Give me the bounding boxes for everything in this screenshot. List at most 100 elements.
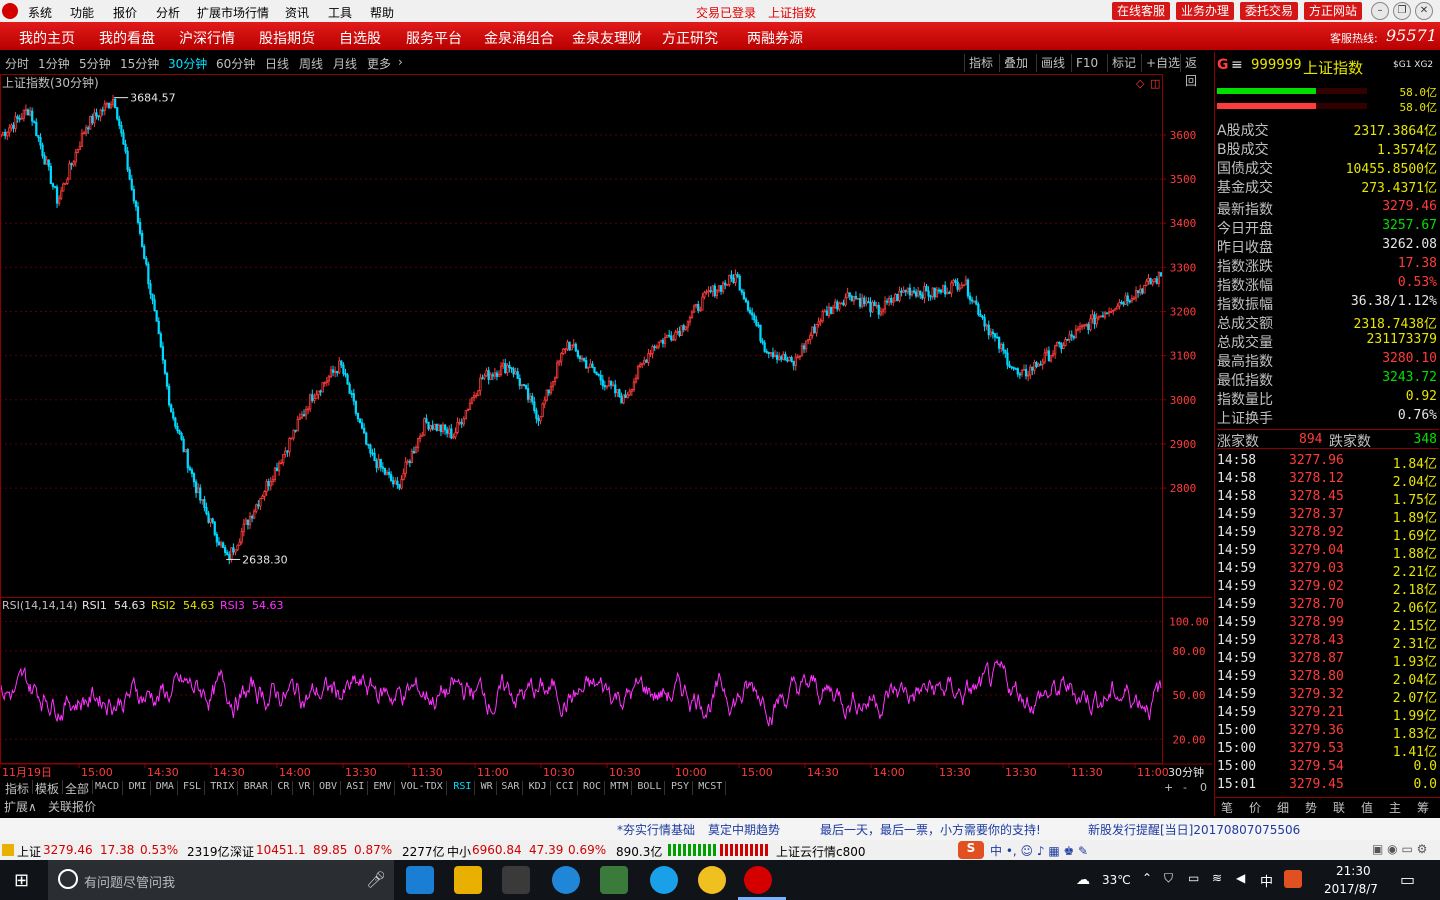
indicator-tab[interactable]: 模板: [32, 780, 64, 796]
tick-row[interactable]: 14:58 3278.45 1.75亿: [1217, 488, 1439, 508]
indicator-tab[interactable]: BOLL: [634, 781, 666, 795]
menu-function[interactable]: 功能: [70, 4, 94, 21]
expand-button[interactable]: 扩展∧: [4, 798, 37, 815]
ime-indicator[interactable]: 中: [1260, 871, 1273, 890]
windows-start-icon[interactable]: ⊞: [14, 870, 29, 891]
panel-tab[interactable]: 主: [1389, 799, 1401, 816]
indicator-tab[interactable]: RSI: [450, 781, 476, 795]
period-timeshare[interactable]: 分时: [5, 55, 29, 72]
panel-tab[interactable]: 势: [1305, 799, 1317, 816]
indicator-tab[interactable]: OBV: [316, 781, 342, 795]
wifi-icon[interactable]: ≋: [1212, 871, 1222, 885]
panel-toggle-icon[interactable]: ◫: [1150, 77, 1160, 90]
menu-help[interactable]: 帮助: [370, 4, 394, 21]
indicator-tab[interactable]: FSL: [180, 781, 206, 795]
plus-icon[interactable]: +: [1164, 781, 1173, 794]
taskbar-search[interactable]: 有问题尽管问我 🎤︎: [48, 860, 394, 900]
sogou-tray-icon[interactable]: [1284, 870, 1302, 888]
tool-add-watch[interactable]: +自选: [1141, 54, 1184, 72]
panel-tab[interactable]: 笔: [1221, 799, 1233, 816]
chrome-icon[interactable]: [698, 866, 726, 894]
weather-temp[interactable]: 33℃: [1102, 873, 1131, 887]
period-5min[interactable]: 5分钟: [79, 55, 111, 72]
indicator-tab[interactable]: SAR: [498, 781, 524, 795]
related-quote-button[interactable]: 关联报价: [48, 798, 96, 815]
founder-app-icon[interactable]: [744, 866, 772, 894]
menu-tools[interactable]: 工具: [328, 4, 352, 21]
indicator-tab[interactable]: BRAR: [241, 781, 272, 795]
indicator-tab[interactable]: ASI: [343, 781, 369, 795]
tick-row[interactable]: 14:59 3278.87 1.93亿: [1217, 650, 1439, 670]
indicator-tab[interactable]: 全部: [62, 780, 94, 796]
indicator-tab[interactable]: VR: [295, 781, 315, 795]
tick-row[interactable]: 14:59 3278.99 2.15亿: [1217, 614, 1439, 634]
period-more[interactable]: 更多: [367, 55, 391, 72]
menu-quote[interactable]: 报价: [113, 4, 137, 21]
indicator-tab[interactable]: KDJ: [526, 781, 551, 795]
menu-info[interactable]: 资讯: [285, 4, 309, 21]
indicator-tab[interactable]: TRIX: [207, 781, 239, 795]
volume-icon[interactable]: ◀: [1236, 871, 1245, 885]
trade-button[interactable]: 委托交易: [1240, 2, 1298, 20]
news-item[interactable]: 新股发行提醒[当日]20170807075506: [1088, 821, 1300, 838]
tick-row[interactable]: 15:00 3279.54 0.0: [1217, 758, 1439, 776]
tick-row[interactable]: 14:59 3279.04 1.88亿: [1217, 542, 1439, 562]
tick-row[interactable]: 14:59 3279.21 1.99亿: [1217, 704, 1439, 724]
nav-service[interactable]: 服务平台: [406, 28, 462, 48]
period-1min[interactable]: 1分钟: [38, 55, 70, 72]
indicator-tab[interactable]: EMV: [370, 781, 396, 795]
indicator-tab[interactable]: DMI: [126, 781, 151, 795]
store-icon[interactable]: [502, 866, 530, 894]
nav-research[interactable]: 方正研究: [662, 28, 718, 48]
chevron-right-icon[interactable]: ›: [398, 55, 403, 69]
news-item[interactable]: 最后一天，最后一票，小方需要你的支持!: [820, 821, 1041, 838]
menu-lines-icon[interactable]: ≡: [1231, 57, 1243, 73]
login-status[interactable]: 交易已登录: [696, 4, 756, 21]
tick-row[interactable]: 14:59 3279.32 2.07亿: [1217, 686, 1439, 706]
nav-portfolio[interactable]: 金泉涌组合: [484, 28, 554, 48]
indicator-tab[interactable]: MACD: [92, 781, 124, 795]
nav-finance[interactable]: 金泉友理财: [572, 28, 642, 48]
nav-my-watch[interactable]: 我的看盘: [99, 28, 155, 48]
nav-watchlist[interactable]: 自选股: [339, 28, 381, 48]
tick-row[interactable]: 14:59 3278.43 2.31亿: [1217, 632, 1439, 652]
clock-time[interactable]: 21:30: [1336, 864, 1371, 878]
indicator-tab[interactable]: 指标: [2, 780, 34, 796]
kline-chart[interactable]: 上证指数(30分钟) ◇ ◫ 3600350034003300320031003…: [0, 74, 1212, 780]
panel-tab[interactable]: 细: [1277, 799, 1289, 816]
panel-tab[interactable]: 价: [1249, 799, 1261, 816]
tool-overlay[interactable]: 叠加: [999, 54, 1032, 72]
tick-row[interactable]: 14:59 3278.80 2.04亿: [1217, 668, 1439, 688]
sh-label[interactable]: 上证: [17, 843, 41, 860]
tick-row[interactable]: 14:58 3277.96 1.84亿: [1217, 452, 1439, 472]
tick-row[interactable]: 14:59 3278.70 2.06亿: [1217, 596, 1439, 616]
microphone-icon[interactable]: 🎤︎: [366, 870, 386, 889]
nav-home[interactable]: 我的主页: [19, 28, 75, 48]
notification-icon[interactable]: ▭: [1400, 870, 1415, 889]
period-60min[interactable]: 60分钟: [216, 55, 255, 72]
indicator-tab[interactable]: MCST: [695, 781, 727, 795]
indicator-tab[interactable]: WR: [478, 781, 497, 795]
file-explorer-icon[interactable]: [454, 866, 482, 894]
news-item[interactable]: *夯实行情基础: [617, 821, 695, 838]
restore-icon[interactable]: ❐: [1393, 2, 1411, 20]
tick-row[interactable]: 15:00 3279.36 1.83亿: [1217, 722, 1439, 742]
app-icon[interactable]: [600, 866, 628, 894]
edge-icon[interactable]: [406, 866, 434, 894]
ime-toolbar[interactable]: 中 •, ☺ ♪ ▦ ♚ ✎: [990, 842, 1088, 859]
menu-analysis[interactable]: 分析: [156, 4, 180, 21]
news-item[interactable]: 莫定中期趋势: [708, 821, 780, 838]
period-weekly[interactable]: 周线: [299, 55, 323, 72]
indicator-tab[interactable]: PSY: [668, 781, 694, 795]
sogou-ime-icon[interactable]: S: [958, 841, 984, 859]
nav-hs-market[interactable]: 沪深行情: [179, 28, 235, 48]
indicator-tab[interactable]: CCI: [553, 781, 578, 795]
panel-tab[interactable]: 筹: [1417, 799, 1429, 816]
tool-back[interactable]: 返回: [1180, 54, 1212, 88]
tool-mark[interactable]: 标记: [1107, 54, 1140, 72]
tick-row[interactable]: 14:58 3278.12 2.04亿: [1217, 470, 1439, 490]
tick-row[interactable]: 15:00 3279.53 1.41亿: [1217, 740, 1439, 760]
tool-draw[interactable]: 画线: [1036, 54, 1069, 72]
indicator-tab[interactable]: CR: [274, 781, 294, 795]
tick-row[interactable]: 14:59 3278.92 1.69亿: [1217, 524, 1439, 544]
